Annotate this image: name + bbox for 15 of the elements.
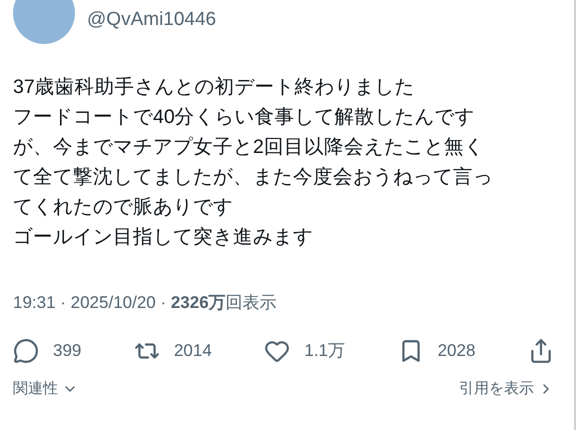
- post-text-line: 37歳歯科助手さんとの初デート終わりました: [13, 75, 416, 100]
- post-text-line: が、今までマチアプ女子と2回目以降会えたこと無く: [13, 135, 485, 160]
- view-quotes-link[interactable]: 引用を表示: [459, 378, 554, 400]
- repost-button[interactable]: 2014: [134, 338, 212, 364]
- post-text-line: フードコートで40分くらい食事して解散したんです: [13, 105, 476, 130]
- post-text-line: て全て撃沈してましたが、また今度会おうねって言っ: [13, 165, 494, 190]
- user-handle: @QvAmi10446: [87, 8, 216, 32]
- like-button[interactable]: 1.1万: [264, 338, 345, 364]
- reply-button[interactable]: 399: [13, 338, 82, 364]
- post-text-line: てくれたので脈ありです: [13, 195, 234, 220]
- bookmark-button[interactable]: 2028: [398, 338, 476, 364]
- post-meta: 19:31 · 2025/10/20 · 2326万回表示: [13, 292, 278, 314]
- post-text-line: ゴールイン目指して突き進みます: [13, 225, 314, 250]
- sort-dropdown[interactable]: 関連性: [13, 378, 78, 400]
- reply-icon: [13, 338, 39, 364]
